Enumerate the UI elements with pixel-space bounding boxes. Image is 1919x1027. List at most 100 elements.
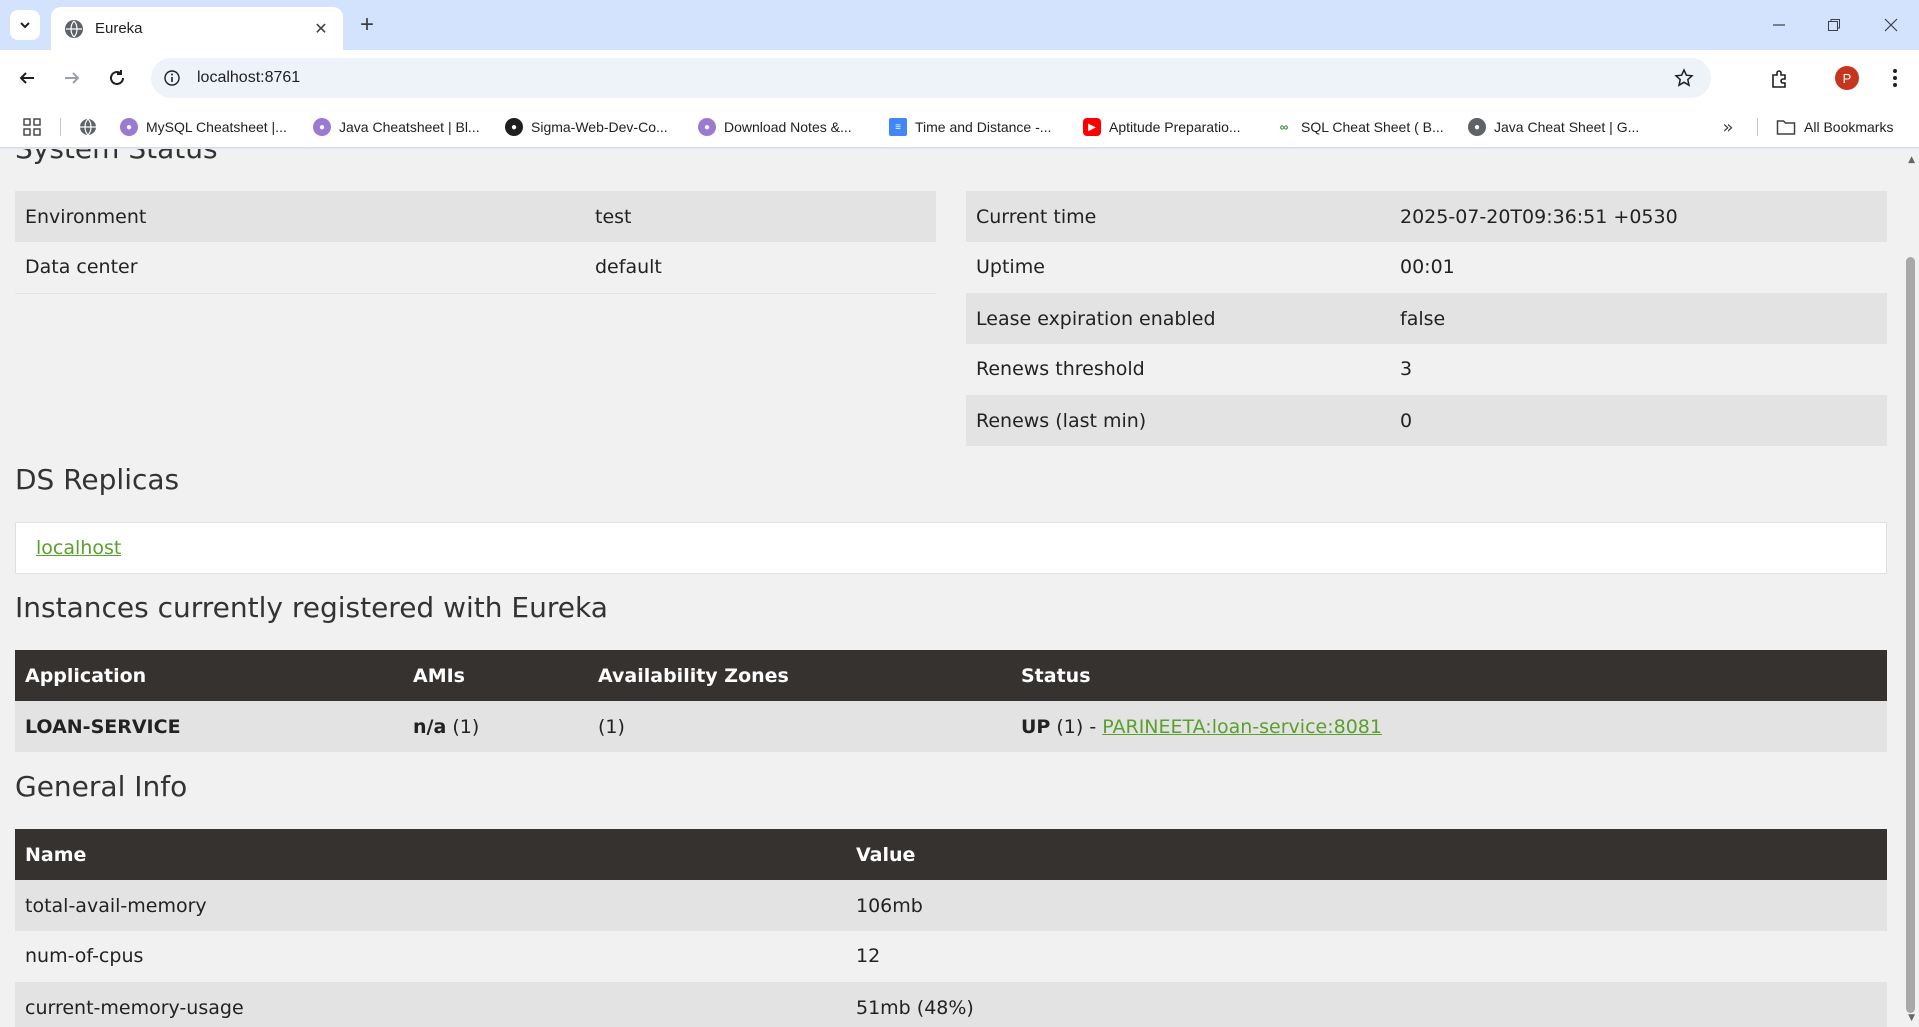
page-scrollbar[interactable]: ▲ ▼ (1902, 149, 1919, 1027)
table-row: Current time 2025-07-20T09:36:51 +0530 (966, 191, 1887, 242)
amis-cell: n/a (1) (403, 701, 588, 752)
table-header-row: Application AMIs Availability Zones Stat… (15, 650, 1887, 701)
info-name: current-memory-usage (15, 982, 846, 1027)
status-value: 00:01 (1390, 242, 1887, 294)
person-avatar-icon: ● (313, 118, 331, 136)
column-header-amis: AMIs (403, 650, 588, 701)
bookmark-label: Sigma-Web-Dev-Co... (531, 119, 668, 135)
scroll-up-arrow-icon[interactable]: ▲ (1908, 155, 1915, 165)
forward-button[interactable] (55, 61, 89, 95)
profile-avatar[interactable]: P (1835, 66, 1859, 90)
address-bar[interactable]: localhost:8761 (151, 58, 1711, 98)
status-count: (1) - (1050, 715, 1103, 738)
restore-button[interactable] (1806, 0, 1861, 50)
info-name: total-avail-memory (15, 880, 846, 931)
status-value: 0 (1390, 395, 1887, 446)
status-value: default (585, 242, 936, 294)
browser-tab-eureka[interactable]: Eureka ✕ (51, 7, 343, 50)
status-value: 3 (1390, 344, 1887, 396)
status-name: Data center (15, 242, 585, 294)
column-header-name: Name (15, 829, 846, 880)
globe-icon (65, 19, 83, 38)
bookmark-java-cheatsheet[interactable]: ● Java Cheatsheet | Bl... (313, 115, 480, 139)
status-up: UP (1021, 715, 1051, 738)
system-status-right-table: Current time 2025-07-20T09:36:51 +0530 U… (966, 191, 1887, 446)
globe-icon: ● (1468, 118, 1486, 136)
bookmark-label: MySQL Cheatsheet |... (146, 119, 287, 135)
bookmark-java-cheat-sheet[interactable]: ● Java Cheat Sheet | G... (1468, 115, 1639, 139)
bookmark-sigma-web-dev[interactable]: ● Sigma-Web-Dev-Co... (505, 115, 668, 139)
table-row: current-memory-usage 51mb (48%) (15, 982, 1887, 1027)
bookmark-download-notes[interactable]: ● Download Notes &... (698, 115, 852, 139)
zones-cell: (1) (588, 701, 1011, 752)
status-value: false (1390, 293, 1887, 344)
extensions-button[interactable] (1764, 64, 1794, 94)
chevron-double-right-icon[interactable]: » (1718, 116, 1738, 138)
bookmark-sql-cheat-sheet[interactable]: ∞ SQL Cheat Sheet ( B... (1275, 115, 1444, 139)
instances-title: Instances currently registered with Eure… (15, 591, 608, 624)
bookmark-label: Download Notes &... (724, 119, 852, 135)
column-header-value: Value (846, 829, 1887, 880)
close-tab-icon[interactable]: ✕ (309, 17, 333, 41)
table-row: Renews (last min) 0 (966, 395, 1887, 446)
bookmarks-bar: ● MySQL Cheatsheet |... ● Java Cheatshee… (0, 106, 1919, 148)
close-window-button[interactable] (1863, 0, 1918, 50)
bookmark-label: Java Cheat Sheet | G... (1494, 119, 1640, 135)
amis-value: n/a (413, 715, 447, 738)
apps-grid-icon[interactable] (22, 117, 42, 137)
status-value: test (585, 191, 936, 242)
close-icon (1884, 18, 1897, 32)
scrollbar-thumb[interactable] (1906, 257, 1915, 1013)
tab-search-button[interactable] (10, 10, 40, 40)
bookmarks-separator (1757, 118, 1758, 136)
status-name: Current time (966, 191, 1390, 242)
table-row: Data center default (15, 242, 936, 294)
status-name: Uptime (966, 242, 1390, 294)
all-bookmarks-label: All Bookmarks (1804, 119, 1894, 135)
bookmark-star-icon[interactable] (1669, 63, 1699, 93)
browser-titlebar: Eureka ✕ + (0, 0, 1919, 50)
replica-link-localhost[interactable]: localhost (36, 537, 121, 559)
status-cell: UP (1) - PARINEETA:loan-service:8081 (1011, 701, 1887, 752)
status-name: Lease expiration enabled (966, 293, 1390, 344)
status-name: Environment (15, 191, 585, 242)
table-row: num-of-cpus 12 (15, 931, 1887, 983)
system-status-left-table: Environment test Data center default (15, 191, 936, 294)
instance-link[interactable]: PARINEETA:loan-service:8081 (1102, 716, 1382, 738)
scroll-down-arrow-icon[interactable]: ▼ (1908, 1013, 1915, 1023)
system-status-title: System Status (15, 149, 218, 165)
url-text[interactable]: localhost:8761 (197, 69, 1669, 87)
google-docs-icon: ≡ (889, 118, 907, 136)
bookmark-time-and-distance[interactable]: ≡ Time and Distance -... (889, 115, 1051, 139)
instances-table: Application AMIs Availability Zones Stat… (15, 650, 1887, 752)
bookmark-label: SQL Cheat Sheet ( B... (1301, 119, 1444, 135)
bookmark-label: Aptitude Preparatio... (1109, 119, 1241, 135)
puzzle-icon (1772, 70, 1786, 88)
site-info-icon[interactable] (161, 67, 183, 89)
bookmark-label: Java Cheatsheet | Bl... (339, 119, 480, 135)
bookmark-mysql-cheatsheet[interactable]: ● MySQL Cheatsheet |... (120, 115, 287, 139)
table-row: Lease expiration enabled false (966, 293, 1887, 344)
restore-icon (1827, 19, 1840, 31)
table-header-row: Name Value (15, 829, 1887, 880)
bookmarks-separator (60, 118, 61, 136)
reload-button[interactable] (100, 61, 134, 95)
table-row: total-avail-memory 106mb (15, 880, 1887, 931)
ds-replicas-box: localhost (15, 522, 1887, 574)
globe-icon[interactable] (78, 117, 98, 137)
all-bookmarks-button[interactable]: All Bookmarks (1776, 115, 1893, 139)
back-button[interactable] (10, 61, 44, 95)
bookmark-aptitude-preparation[interactable]: ▶ Aptitude Preparatio... (1083, 115, 1241, 139)
folder-icon (1776, 120, 1796, 135)
person-avatar-icon: ● (120, 118, 138, 136)
table-row: LOAN-SERVICE n/a (1) (1) UP (1) - PARINE… (15, 701, 1887, 752)
general-info-title: General Info (15, 770, 188, 803)
reload-icon (110, 70, 124, 85)
tab-title: Eureka (95, 20, 143, 37)
column-header-application: Application (15, 650, 403, 701)
browser-menu-button[interactable] (1880, 63, 1910, 93)
chevron-down-icon (20, 22, 30, 29)
minimize-button[interactable] (1751, 0, 1806, 50)
new-tab-button[interactable]: + (352, 10, 382, 40)
geeksforgeeks-icon: ∞ (1275, 118, 1293, 136)
